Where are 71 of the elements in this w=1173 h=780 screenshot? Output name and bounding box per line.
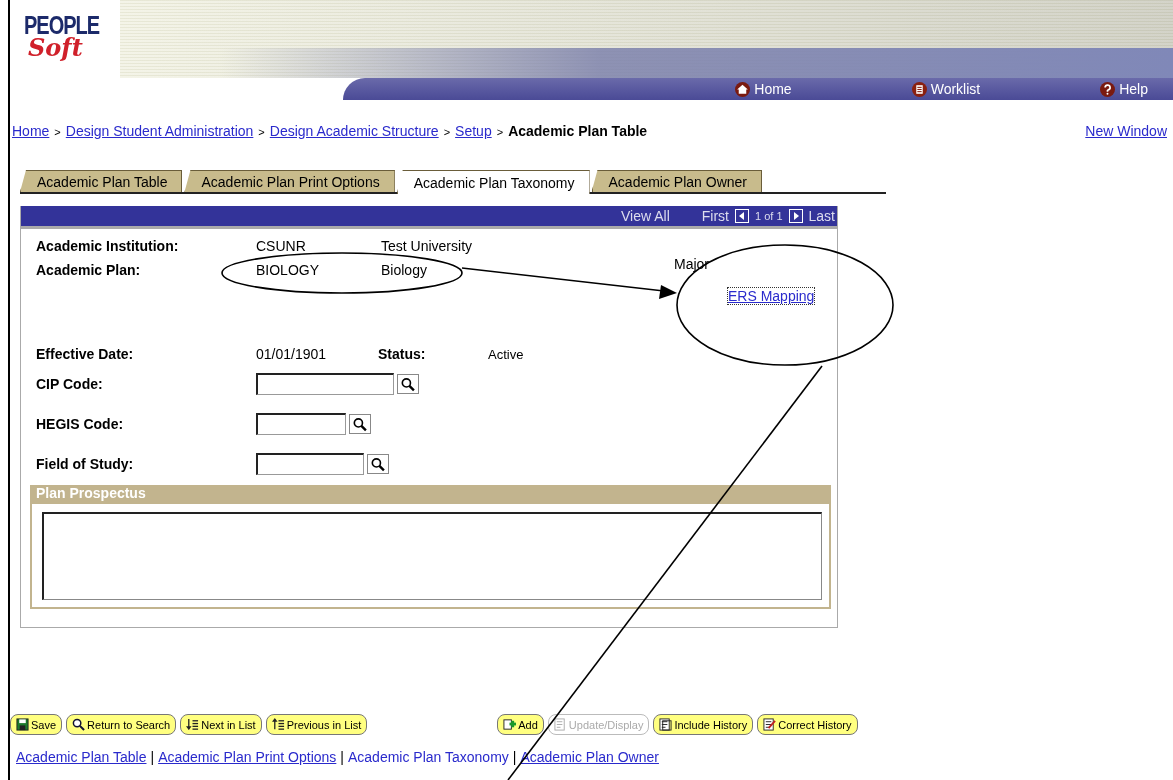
search-icon <box>352 417 368 432</box>
group-title: Plan Prospectus <box>32 485 829 504</box>
breadcrumb-separator: > <box>496 126 504 138</box>
input-field[interactable] <box>256 413 346 435</box>
worklist-icon <box>911 81 927 97</box>
ers-mapping-link[interactable]: ERS Mapping <box>728 288 815 304</box>
breadcrumb-link[interactable]: Design Academic Structure <box>269 123 439 139</box>
new-window-link[interactable]: New Window <box>1085 123 1167 139</box>
nav-link[interactable]: Home <box>735 81 792 97</box>
pencil-document-icon <box>763 718 777 731</box>
toolbar-button[interactable]: Add <box>497 714 544 735</box>
field-value: Major <box>674 256 709 272</box>
field-value: BIOLOGY <box>256 262 321 278</box>
page-position: 1 of 1 <box>755 210 783 222</box>
breadcrumb-link[interactable]: Design Student Administration <box>65 123 254 139</box>
logo-lower-text: Soft <box>28 36 83 60</box>
first-link[interactable]: First <box>701 208 729 224</box>
lookup-button[interactable] <box>367 454 389 474</box>
tab[interactable]: Academic Plan Print Options <box>184 170 395 192</box>
breadcrumb-link[interactable]: Setup <box>455 123 492 139</box>
input-field[interactable] <box>256 453 364 475</box>
down-arrow-list-icon <box>186 718 200 731</box>
tab[interactable]: Academic Plan Owner <box>591 170 763 192</box>
toolbar-button[interactable]: Next in List <box>180 714 262 735</box>
lookup-button[interactable] <box>397 374 419 394</box>
last-link[interactable]: Last <box>808 208 835 224</box>
breadcrumb-current: Academic Plan Table <box>508 123 648 139</box>
field-value: 01/01/1901 <box>256 346 328 362</box>
tab[interactable]: Academic Plan Table <box>20 170 183 192</box>
search-icon <box>400 377 416 392</box>
field-value: Test University <box>381 238 474 254</box>
breadcrumb-link[interactable]: Home <box>12 123 50 139</box>
field-value: Active <box>488 346 524 362</box>
breadcrumb-separator: > <box>258 126 265 138</box>
document-stack-icon <box>659 718 673 731</box>
link-separator: | <box>340 749 344 765</box>
link-separator: | <box>512 749 517 765</box>
house-icon <box>735 81 751 97</box>
lookup-button[interactable] <box>349 414 371 434</box>
nav-link[interactable]: Worklist <box>911 81 981 97</box>
view-all-link[interactable]: View All <box>621 208 670 224</box>
document-icon <box>553 718 567 731</box>
page-link[interactable]: Academic Plan Table <box>16 749 147 765</box>
toolbar-button[interactable]: Previous in List <box>265 714 368 735</box>
field-label: CIP Code: <box>36 376 104 392</box>
field-label: Academic Institution: <box>36 238 180 254</box>
toolbar-button[interactable]: Save <box>10 714 63 735</box>
plus-icon <box>503 718 517 731</box>
page-link[interactable]: Academic Plan Taxonomy <box>347 749 509 765</box>
logo-upper-text: PEOPLE <box>24 12 100 38</box>
toolbar-button[interactable]: Correct History <box>757 714 858 735</box>
breadcrumb-separator: > <box>54 126 61 138</box>
tab[interactable]: Academic Plan Taxonomy <box>396 170 590 194</box>
up-arrow-list-icon <box>271 718 285 731</box>
field-label: Academic Plan: <box>36 262 142 278</box>
page-link[interactable]: Academic Plan Print Options <box>158 749 337 765</box>
field-label: Status: <box>378 346 427 362</box>
breadcrumb-separator: > <box>443 126 451 138</box>
input-field[interactable] <box>256 373 394 395</box>
field-value: CSUNR <box>256 238 307 254</box>
field-label: Effective Date: <box>36 346 135 362</box>
text-area[interactable] <box>42 512 822 600</box>
nav-link[interactable]: Help <box>1100 81 1148 97</box>
search-icon <box>370 457 386 472</box>
link-separator: | <box>150 749 155 765</box>
field-label: HEGIS Code: <box>36 416 125 432</box>
toolbar-button[interactable]: Return to Search <box>66 714 177 735</box>
toolbar-button[interactable]: Include History <box>653 714 754 735</box>
field-label: Field of Study: <box>36 456 135 472</box>
search-icon <box>72 718 86 731</box>
help-icon <box>1100 81 1116 97</box>
